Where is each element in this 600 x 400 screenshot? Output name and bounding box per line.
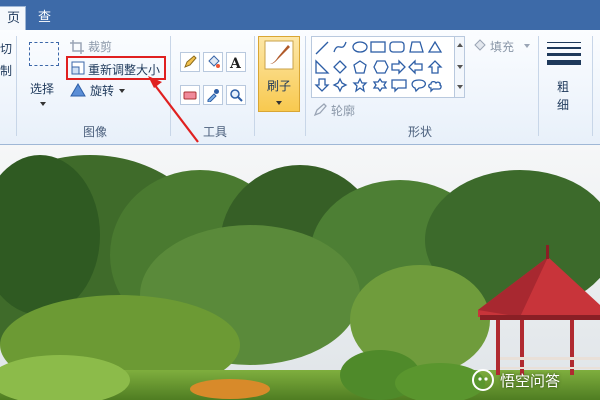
shapes-grid bbox=[314, 40, 443, 93]
brush-button[interactable]: 刷子 bbox=[258, 36, 300, 112]
outline-label: 轮廓 bbox=[331, 104, 356, 118]
scroll-down-icon[interactable] bbox=[457, 65, 463, 69]
scroll-up-icon[interactable] bbox=[457, 43, 463, 47]
gallery-expand-icon[interactable] bbox=[457, 85, 463, 89]
image-group-label: 图像 bbox=[82, 125, 107, 139]
divider bbox=[16, 36, 17, 136]
crop-icon bbox=[70, 40, 84, 54]
svg-text:A: A bbox=[229, 56, 242, 69]
six-point-star-shape-icon bbox=[372, 77, 388, 93]
callout-cloud-shape-icon bbox=[428, 80, 442, 93]
divider bbox=[305, 36, 306, 136]
rounded-rectangle-shape-icon bbox=[389, 41, 405, 53]
watermark: 悟空问答 bbox=[472, 368, 560, 392]
rotate-icon bbox=[70, 83, 86, 97]
line-thickness-icon bbox=[547, 42, 581, 65]
shapes-gallery bbox=[311, 36, 455, 98]
callout-oval-shape-icon bbox=[411, 79, 427, 93]
brush-icon bbox=[264, 40, 294, 70]
size-label-line1: 粗 bbox=[557, 80, 570, 94]
resize-icon bbox=[71, 61, 85, 75]
rotate-label: 旋转 bbox=[90, 84, 115, 98]
magnifier-icon bbox=[230, 89, 243, 102]
down-arrow-shape-icon bbox=[314, 78, 330, 92]
select-dropdown-arrow-icon bbox=[40, 102, 46, 106]
divider bbox=[592, 36, 593, 136]
ribbon-tab-bar: 页 查看 bbox=[0, 0, 600, 49]
ribbon: 切 制 选择 裁剪 重新调整大小 旋转 图像 A 工具 刷子 轮廓 填充 形状 … bbox=[0, 30, 600, 145]
shapes-group-label: 形状 bbox=[407, 125, 432, 139]
shapes-scrollbar[interactable] bbox=[455, 36, 465, 98]
hexagon-shape-icon bbox=[373, 60, 389, 74]
four-point-star-shape-icon bbox=[332, 77, 348, 93]
annotation-arrow bbox=[148, 76, 199, 143]
pencil-tool[interactable] bbox=[180, 52, 200, 72]
fill-button[interactable]: 填充 bbox=[472, 38, 532, 54]
divider bbox=[254, 36, 255, 136]
pentagon-shape-icon bbox=[353, 60, 367, 74]
outline-pen-icon bbox=[313, 103, 327, 117]
magnifier-tool[interactable] bbox=[226, 85, 246, 105]
curve-shape-icon bbox=[333, 41, 347, 53]
five-point-star-shape-icon bbox=[352, 77, 368, 93]
wukong-logo-icon bbox=[472, 369, 494, 391]
landscape-image bbox=[0, 145, 600, 400]
fill-label: 填充 bbox=[490, 40, 515, 54]
crop-button[interactable]: 裁剪 bbox=[70, 38, 150, 56]
size-label-line2: 细 bbox=[557, 98, 570, 112]
fill-dropdown-arrow-icon bbox=[524, 44, 530, 48]
brush-dropdown-arrow-icon bbox=[276, 101, 282, 105]
up-arrow-shape-icon bbox=[427, 60, 443, 74]
text-a-icon: A bbox=[229, 56, 242, 69]
select-button[interactable]: 选择 bbox=[24, 38, 64, 118]
crop-label: 裁剪 bbox=[88, 40, 113, 54]
triangle-shape-icon bbox=[427, 40, 443, 53]
rectangle-shape-icon bbox=[370, 41, 386, 53]
text-tool[interactable]: A bbox=[226, 52, 246, 72]
fill-bucket-icon bbox=[474, 39, 486, 51]
oval-shape-icon bbox=[352, 41, 368, 53]
cut-button-label[interactable]: 切 bbox=[0, 40, 12, 57]
polygon-shape-icon bbox=[409, 41, 424, 53]
paint-bucket-icon bbox=[208, 55, 220, 68]
line-shape-icon bbox=[315, 41, 329, 55]
select-rectangle-icon bbox=[29, 42, 59, 66]
callout-rect-shape-icon bbox=[391, 79, 407, 93]
rotate-dropdown-arrow-icon bbox=[119, 89, 125, 93]
tab-view[interactable]: 查看 bbox=[28, 6, 72, 49]
fill-tool[interactable] bbox=[203, 52, 223, 72]
size-button[interactable]: 粗 细 bbox=[544, 38, 584, 120]
right-arrow-shape-icon bbox=[391, 59, 406, 75]
canvas-photo[interactable] bbox=[0, 145, 600, 400]
brush-label: 刷子 bbox=[267, 79, 292, 93]
right-triangle-shape-icon bbox=[315, 59, 330, 74]
watermark-text: 悟空问答 bbox=[500, 371, 561, 390]
outline-button[interactable]: 轮廓 bbox=[313, 102, 383, 118]
select-label: 选择 bbox=[30, 82, 55, 96]
divider bbox=[538, 36, 539, 136]
diamond-shape-icon bbox=[333, 60, 347, 74]
tab-home[interactable]: 页 bbox=[0, 6, 26, 30]
left-arrow-shape-icon bbox=[408, 59, 423, 75]
rotate-button[interactable]: 旋转 bbox=[70, 82, 140, 100]
pencil-icon bbox=[184, 55, 197, 68]
copy-button-label[interactable]: 制 bbox=[0, 62, 12, 79]
